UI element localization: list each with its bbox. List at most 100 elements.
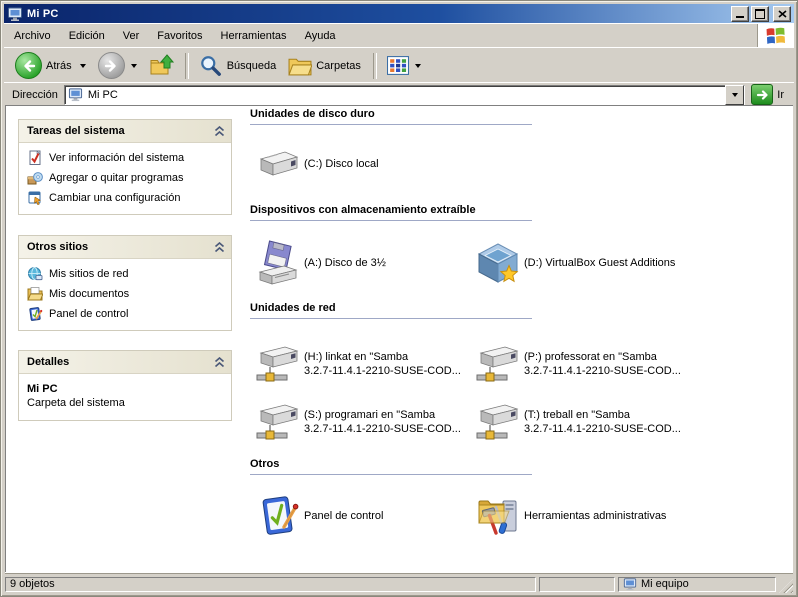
toolbar-separator: [373, 53, 377, 79]
task-label: Ver información del sistema: [49, 152, 184, 164]
other-places-title: Otros sitios: [27, 241, 88, 253]
views-button[interactable]: [382, 53, 428, 78]
menu-herramientas[interactable]: Herramientas: [213, 27, 295, 45]
menu-bar: Archivo Edición Ver Favoritos Herramient…: [4, 23, 794, 48]
up-folder-icon: [149, 53, 175, 79]
drive-label: (C:) Disco local: [304, 157, 379, 171]
add-remove-programs-icon: [27, 170, 43, 186]
group-title-network-drives: Unidades de red: [250, 302, 532, 314]
close-icon: [778, 10, 787, 18]
menu-edicion[interactable]: Edición: [61, 27, 113, 45]
item-label: Panel de control: [304, 509, 384, 523]
drive-label-line1: (S:) programari en "Samba: [304, 408, 461, 422]
address-input[interactable]: Mi PC: [64, 85, 745, 105]
chevron-up-icon: [214, 242, 225, 253]
folders-icon: [288, 55, 312, 77]
search-button[interactable]: Búsqueda: [194, 51, 284, 81]
control-panel-icon: [27, 306, 43, 322]
system-tasks-title: Tareas del sistema: [27, 125, 125, 137]
virtualbox-icon: [472, 241, 524, 285]
back-dropdown-icon[interactable]: [80, 64, 86, 68]
address-dropdown-button[interactable]: [725, 85, 744, 105]
chevron-up-icon: [214, 357, 225, 368]
maximize-button[interactable]: [751, 6, 769, 22]
main-panel: Unidades de disco duro (C:) Disco local …: [242, 106, 793, 575]
item-label: Herramientas administrativas: [524, 509, 666, 523]
network-places-icon: [27, 266, 43, 282]
drive-label-line1: (P:) professorat en "Samba: [524, 350, 681, 364]
toolbar: Atrás Búsqueda Carpetas: [4, 47, 794, 84]
search-label: Búsqueda: [227, 60, 279, 72]
network-drive-icon: [252, 343, 304, 385]
drive-h-item[interactable]: (H:) linkat en "Samba 3.2.7-11.4.1-2210-…: [252, 335, 470, 393]
details-header[interactable]: Detalles: [19, 351, 231, 374]
other-places-header[interactable]: Otros sitios: [19, 236, 231, 259]
control-panel-icon: [252, 493, 304, 539]
up-button[interactable]: [144, 50, 180, 82]
drive-c-item[interactable]: (C:) Disco local: [252, 138, 470, 190]
system-info-icon: [27, 150, 43, 166]
task-label: Cambiar una configuración: [49, 192, 180, 204]
drive-s-item[interactable]: (S:) programari en "Samba 3.2.7-11.4.1-2…: [252, 393, 470, 451]
drive-t-item[interactable]: (T:) treball en "Samba 3.2.7-11.4.1-2210…: [472, 393, 690, 451]
drive-label: (D:) VirtualBox Guest Additions: [524, 256, 675, 270]
forward-dropdown-icon[interactable]: [131, 64, 137, 68]
object-count-text: 9 objetos: [10, 578, 55, 590]
my-computer-icon: [623, 577, 637, 591]
system-tasks-header[interactable]: Tareas del sistema: [19, 120, 231, 143]
windows-flag-icon: [765, 26, 787, 46]
chevron-down-icon: [732, 93, 738, 97]
admin-tools-icon: [472, 493, 524, 539]
address-value: Mi PC: [88, 89, 725, 101]
group-title-removable: Dispositivos con almacenamiento extraíbl…: [250, 204, 532, 216]
other-places-box: Otros sitios Mis sitios de red: [18, 235, 232, 331]
drive-label-line2: 3.2.7-11.4.1-2210-SUSE-COD...: [524, 364, 681, 378]
minimize-button[interactable]: [731, 6, 749, 22]
back-button[interactable]: Atrás: [10, 49, 93, 82]
go-button[interactable]: Ir: [751, 84, 790, 105]
task-change-setting[interactable]: Cambiar una configuración: [25, 188, 227, 208]
views-dropdown-icon[interactable]: [415, 64, 421, 68]
my-documents-icon: [27, 286, 43, 302]
close-button[interactable]: [773, 6, 791, 22]
group-title-others: Otros: [250, 458, 532, 470]
network-drive-icon: [472, 343, 524, 385]
forward-icon: [98, 52, 125, 79]
group-divider: [250, 124, 532, 125]
menu-ayuda[interactable]: Ayuda: [297, 27, 344, 45]
resize-grip[interactable]: [779, 579, 793, 593]
details-box: Detalles Mi PC Carpeta del sistema: [18, 350, 232, 421]
place-control-panel[interactable]: Panel de control: [25, 304, 227, 324]
admin-tools-item[interactable]: Herramientas administrativas: [472, 488, 690, 544]
go-arrow-icon: [751, 84, 773, 105]
place-label: Mis documentos: [49, 288, 129, 300]
title-bar[interactable]: Mi PC: [4, 4, 794, 23]
drive-label-line2: 3.2.7-11.4.1-2210-SUSE-COD...: [304, 364, 461, 378]
place-my-documents[interactable]: Mis documentos: [25, 284, 227, 304]
drive-label-line1: (T:) treball en "Samba: [524, 408, 681, 422]
address-bar: Dirección Mi PC Ir: [4, 82, 794, 106]
status-bar: 9 objetos Mi equipo: [5, 573, 793, 593]
menu-ver[interactable]: Ver: [115, 27, 148, 45]
control-panel-item[interactable]: Panel de control: [252, 488, 470, 544]
drive-p-item[interactable]: (P:) professorat en "Samba 3.2.7-11.4.1-…: [472, 335, 690, 393]
task-view-system-info[interactable]: Ver información del sistema: [25, 148, 227, 168]
group-divider: [250, 220, 532, 221]
folders-button[interactable]: Carpetas: [283, 52, 368, 80]
my-computer-icon: [68, 87, 83, 102]
toolbar-separator: [185, 53, 189, 79]
forward-button[interactable]: [93, 49, 144, 82]
drive-a-item[interactable]: (A:) Disco de 3½: [252, 233, 470, 293]
task-add-remove-programs[interactable]: Agregar o quitar programas: [25, 168, 227, 188]
menu-favoritos[interactable]: Favoritos: [149, 27, 210, 45]
back-icon: [15, 52, 42, 79]
content-area: Tareas del sistema Ver información del s…: [5, 105, 793, 575]
drive-label: (A:) Disco de 3½: [304, 256, 386, 270]
task-label: Agregar o quitar programas: [49, 172, 184, 184]
place-network-places[interactable]: Mis sitios de red: [25, 264, 227, 284]
place-label: Mis sitios de red: [49, 268, 128, 280]
status-zone-panel: Mi equipo: [618, 577, 776, 592]
network-drive-icon: [252, 401, 304, 443]
menu-archivo[interactable]: Archivo: [6, 27, 59, 45]
drive-d-item[interactable]: (D:) VirtualBox Guest Additions: [472, 233, 690, 293]
